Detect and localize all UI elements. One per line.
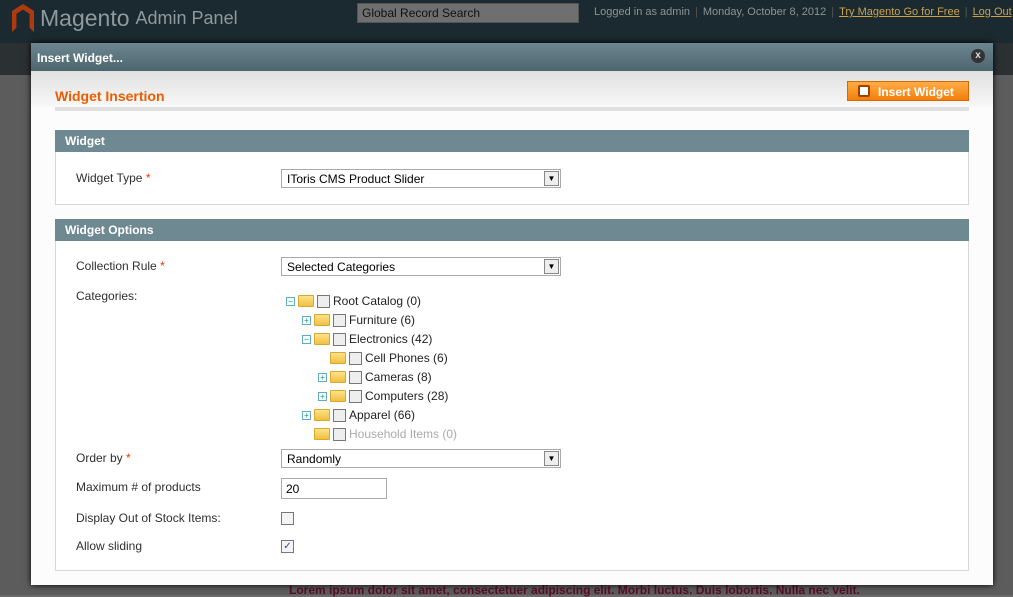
widget-section: Widget Widget Type * IToris CMS Product …: [55, 130, 969, 205]
folder-icon: [314, 428, 330, 440]
chevron-down-icon: ▼: [544, 171, 559, 186]
divider: [55, 107, 969, 111]
collection-rule-select[interactable]: Selected Categories ▼: [281, 257, 561, 276]
header-info: Logged in as admin | Monday, October 8, 20…: [594, 6, 1012, 18]
tree-node[interactable]: Household Items (0): [302, 427, 457, 441]
tree-node[interactable]: + Computers (28): [318, 389, 448, 403]
tree-checkbox[interactable]: [333, 313, 346, 327]
folder-icon: [314, 409, 330, 421]
tree-node[interactable]: + Cameras (8): [318, 370, 432, 384]
tree-node-label: Household Items (0): [349, 427, 458, 441]
tree-node[interactable]: − Root Catalog (0): [286, 294, 421, 308]
widget-options-title: Widget Options: [55, 219, 969, 241]
max-products-label: Maximum # of products: [76, 480, 201, 494]
tree-checkbox[interactable]: [333, 408, 346, 422]
widget-options-section: Widget Options Collection Rule * Selecte…: [55, 219, 969, 571]
folder-icon: [314, 333, 330, 345]
widget-type-select[interactable]: IToris CMS Product Slider ▼: [281, 169, 561, 188]
tree-node[interactable]: + Apparel (66): [302, 408, 415, 422]
admin-header: Magento Admin Panel Global Record Search …: [0, 0, 1013, 43]
chevron-down-icon: ▼: [544, 451, 559, 466]
chevron-down-icon: ▼: [544, 259, 559, 274]
date-text: Monday, October 8, 2012: [702, 6, 827, 18]
categories-label: Categories:: [76, 289, 138, 303]
logged-in-text: Logged in as admin: [594, 6, 691, 18]
global-search-input[interactable]: Global Record Search: [357, 3, 579, 23]
expand-icon[interactable]: +: [302, 410, 311, 420]
expand-icon[interactable]: +: [302, 315, 311, 325]
tree-checkbox[interactable]: [333, 427, 346, 441]
logo-subtext: Admin Panel: [135, 7, 238, 28]
insert-widget-button[interactable]: Insert Widget: [847, 81, 969, 101]
tree-node-label: Root Catalog (0): [333, 294, 422, 308]
magento-logo[interactable]: Magento Admin Panel: [12, 4, 238, 32]
close-icon[interactable]: x: [971, 49, 985, 63]
magento-logo-icon: [12, 4, 34, 32]
tree-node[interactable]: − Electronics (42): [302, 332, 432, 346]
expand-icon[interactable]: +: [318, 391, 327, 401]
out-of-stock-checkbox[interactable]: [281, 512, 294, 525]
order-by-label: Order by *: [76, 451, 131, 465]
tree-node[interactable]: Cell Phones (6): [318, 351, 448, 365]
dialog-title-bar: Insert Widget... x: [31, 43, 993, 71]
logo-text: Magento: [40, 4, 130, 31]
folder-icon: [298, 295, 314, 307]
max-products-input[interactable]: 20: [281, 478, 387, 499]
tree-checkbox[interactable]: [333, 332, 346, 346]
folder-icon: [330, 352, 346, 364]
allow-sliding-checkbox[interactable]: ✓: [281, 540, 294, 553]
folder-icon: [330, 371, 346, 383]
out-of-stock-label: Display Out of Stock Items:: [76, 511, 221, 525]
tree-checkbox[interactable]: [317, 294, 330, 308]
tree-node[interactable]: + Furniture (6): [302, 313, 415, 327]
collapse-icon[interactable]: −: [286, 296, 295, 306]
tree-node-label: Cell Phones (6): [365, 351, 448, 365]
tree-checkbox[interactable]: [349, 370, 362, 384]
insert-widget-label: Insert Widget: [878, 85, 954, 99]
allow-sliding-label: Allow sliding: [76, 539, 143, 553]
try-magento-link[interactable]: Try Magento Go for Free: [839, 6, 960, 18]
collection-rule-label: Collection Rule *: [76, 259, 165, 273]
tree-checkbox[interactable]: [349, 351, 362, 365]
widget-type-label: Widget Type *: [76, 171, 151, 185]
folder-icon: [314, 314, 330, 326]
widget-icon: [858, 85, 870, 97]
dialog-title: Insert Widget...: [37, 51, 123, 65]
tree-checkbox[interactable]: [349, 389, 362, 403]
tree-node-label: Computers (28): [365, 389, 449, 403]
widget-insertion-heading: Widget Insertion: [55, 88, 165, 104]
logout-link[interactable]: Log Out: [973, 6, 1012, 18]
tree-node-label: Apparel (66): [349, 408, 416, 422]
tree-node-label: Electronics (42): [349, 332, 433, 346]
insert-widget-dialog: Insert Widget... x Widget Insertion Inser…: [31, 43, 993, 585]
tree-node-label: Cameras (8): [365, 370, 432, 384]
folder-icon: [330, 390, 346, 402]
collapse-icon[interactable]: −: [302, 334, 311, 344]
order-by-select[interactable]: Randomly ▼: [281, 449, 561, 468]
tree-node-label: Furniture (6): [349, 313, 416, 327]
expand-icon[interactable]: +: [318, 372, 327, 382]
widget-section-title: Widget: [55, 130, 969, 152]
